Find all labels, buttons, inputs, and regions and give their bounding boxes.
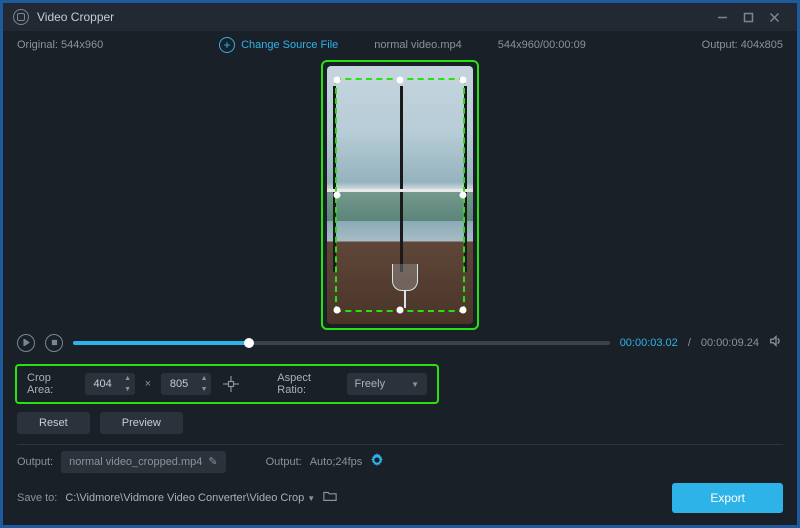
seek-thumb[interactable] [244,338,254,348]
center-crop-button[interactable] [221,373,241,395]
source-filename: normal video.mp4 [374,39,461,51]
crop-height-input[interactable] [161,378,197,390]
height-up[interactable]: ▲ [197,373,211,384]
change-source-label: Change Source File [241,39,338,51]
path-caret-icon: ▼ [307,494,315,503]
crop-width-input[interactable] [85,378,121,390]
seek-bar[interactable] [73,341,610,345]
caret-down-icon: ▼ [411,380,419,389]
bottom-bar: Save to: C:\Vidmore\Vidmore Video Conver… [3,479,797,525]
change-source-button[interactable]: + Change Source File [219,37,338,53]
open-folder-button[interactable] [323,489,337,507]
app-title: Video Cropper [37,10,114,24]
stop-button[interactable] [45,334,63,352]
infobar: Original: 544x960 + Change Source File n… [3,31,797,59]
play-button[interactable] [17,334,35,352]
width-up[interactable]: ▲ [121,373,135,384]
output-row: Output: normal video_cropped.mp4 ✎ Outpu… [3,445,797,479]
original-value: 544x960 [61,39,103,51]
output-value: 404x805 [741,39,783,51]
titlebar: Video Cropper [3,3,797,31]
source-meta: 544x960/00:00:09 [498,39,586,51]
aspect-ratio-select[interactable]: Freely ▼ [347,373,427,395]
save-path: C:\Vidmore\Vidmore Video Converter\Video… [65,492,304,504]
output-settings-value: Auto;24fps [310,456,363,468]
output-filename-field[interactable]: normal video_cropped.mp4 ✎ [61,451,226,473]
original-label: Original: [17,39,58,51]
preview-highlight [321,60,479,330]
time-duration: 00:00:09.24 [701,337,759,349]
preview-button[interactable]: Preview [100,412,183,434]
maximize-button[interactable] [735,4,761,30]
video-frame[interactable] [327,66,473,324]
action-buttons: Reset Preview [3,404,797,444]
output-settings-label: Output: [266,456,302,468]
height-down[interactable]: ▼ [197,384,211,395]
width-down[interactable]: ▼ [121,384,135,395]
output-label: Output: [702,39,738,51]
edit-icon[interactable]: ✎ [208,455,217,468]
reset-button[interactable]: Reset [17,412,90,434]
time-current: 00:00:03.02 [620,337,678,349]
crop-height-field[interactable]: ▲▼ [161,373,211,395]
settings-gear-icon[interactable] [370,453,384,470]
output-file-label: Output: [17,456,53,468]
minimize-button[interactable] [709,4,735,30]
plus-circle-icon: + [219,37,235,53]
playback-bar: 00:00:03.02 / 00:00:09.24 [3,330,797,356]
app-window: Video Cropper Original: 544x960 + Change… [0,0,800,528]
preview-area [3,60,797,330]
crop-width-field[interactable]: ▲▼ [85,373,135,395]
output-filename: normal video_cropped.mp4 [69,456,202,468]
crop-controls-highlight: Crop Area: ▲▼ × ▲▼ Aspect Ratio: Freely … [15,364,439,404]
save-to-label: Save to: [17,492,57,504]
multiply-icon: × [145,378,151,390]
volume-icon[interactable] [769,334,783,351]
time-separator: / [688,337,691,349]
aspect-ratio-value: Freely [355,378,386,390]
save-path-field[interactable]: C:\Vidmore\Vidmore Video Converter\Video… [65,492,315,504]
crop-area-label: Crop Area: [27,372,75,396]
close-button[interactable] [761,4,787,30]
export-button[interactable]: Export [672,483,783,513]
aspect-ratio-label: Aspect Ratio: [277,372,336,396]
app-logo-icon [13,9,29,25]
